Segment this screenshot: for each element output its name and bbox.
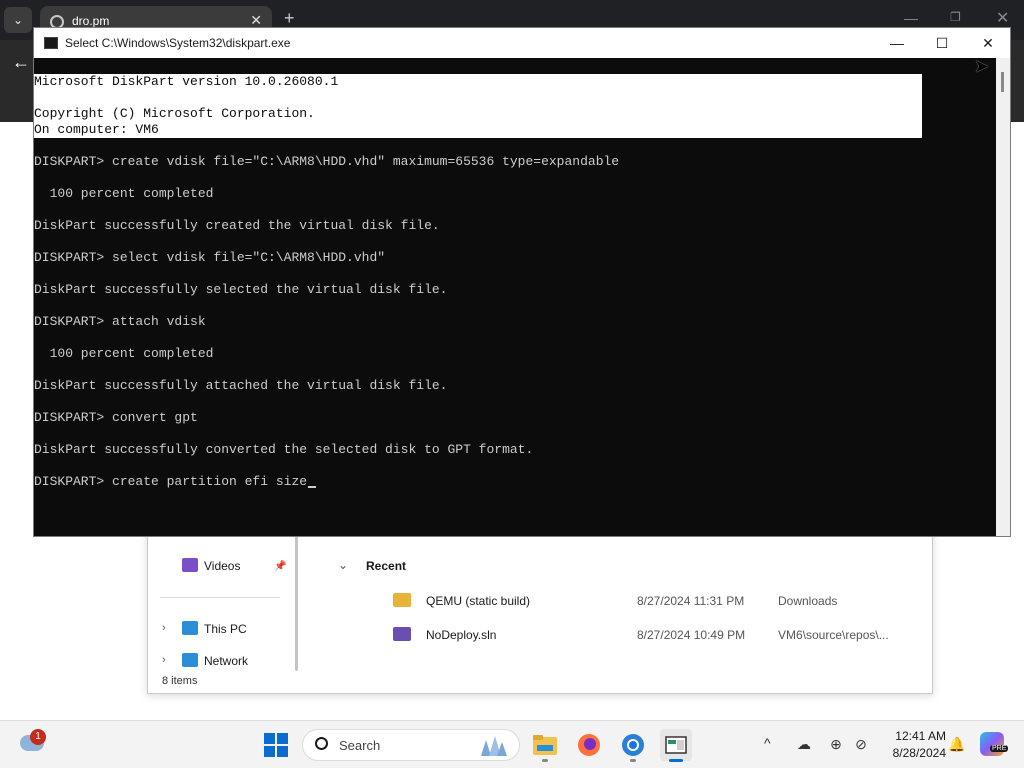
file-explorer-window: Videos 📌 › This PC › Network 8 items ⌄ R…	[147, 520, 933, 694]
active-indicator	[669, 759, 683, 762]
cloud-offline-icon[interactable]: ☁	[796, 736, 812, 752]
console-app-icon	[44, 37, 58, 49]
console-line: DISKPART> convert gpt	[34, 410, 198, 425]
nav-label-videos: Videos	[204, 559, 241, 573]
running-indicator	[630, 759, 636, 762]
section-header-recent[interactable]: Recent	[366, 559, 406, 573]
folder-icon	[393, 593, 411, 607]
console-line: DISKPART> select vdisk file="C:\ARM8\HDD…	[34, 250, 386, 265]
clock-time[interactable]: 12:41 AM	[880, 729, 946, 743]
windows-logo-icon	[277, 746, 288, 757]
start-button[interactable]	[264, 733, 288, 757]
nav-item-network[interactable]: › Network	[148, 650, 288, 672]
chrome-icon	[622, 734, 644, 756]
console-line: DiskPart successfully attached the virtu…	[34, 378, 448, 393]
search-label: Search	[339, 738, 381, 753]
network-icon	[182, 653, 198, 667]
file-date: 8/27/2024 11:31 PM	[637, 594, 745, 608]
file-date: 8/27/2024 10:49 PM	[637, 628, 746, 642]
search-highlight-icon	[481, 736, 507, 756]
search-icon	[315, 737, 328, 750]
selection-highlight	[34, 58, 970, 74]
nav-scrollbar[interactable]	[295, 521, 298, 671]
console-title: Select C:\Windows\System32\diskpart.exe	[65, 36, 291, 50]
console-line: DiskPart successfully converted the sele…	[34, 442, 534, 457]
chevron-right-icon[interactable]: ›	[162, 654, 166, 666]
terminal-taskbar-button[interactable]	[660, 729, 692, 762]
notification-bell-icon[interactable]: 🔔	[948, 736, 965, 753]
tab-title: dro.pm	[72, 14, 110, 28]
console-scrollbar[interactable]	[996, 58, 1010, 536]
text-cursor	[308, 486, 317, 488]
nav-item-videos[interactable]: Videos	[178, 555, 288, 577]
diskpart-console-window: Select C:\Windows\System32\diskpart.exe …	[33, 27, 1011, 537]
file-name: QEMU (static build)	[426, 594, 531, 608]
tab-search-button[interactable]: ⌄	[4, 7, 32, 33]
nav-label-network: Network	[204, 654, 249, 668]
back-arrow-icon[interactable]: ←	[12, 52, 30, 73]
firefox-taskbar-button[interactable]	[573, 729, 605, 761]
taskbar: 1 Search ^ ☁ ⊕ ⊘ 12:41 AM 8/28/2024 🔔 PR…	[0, 720, 1024, 768]
console-titlebar[interactable]: Select C:\Windows\System32\diskpart.exe …	[34, 28, 1010, 58]
file-explorer-taskbar-button[interactable]	[529, 729, 561, 762]
windows-logo-icon	[264, 733, 275, 744]
navigation-pane: Videos 📌 › This PC › Network	[148, 521, 300, 671]
computer-icon	[182, 621, 198, 635]
folder-icon	[533, 735, 557, 755]
windows-logo-icon	[277, 733, 288, 744]
browser-minimize-button[interactable]: —	[904, 10, 918, 26]
file-location: Downloads	[778, 594, 838, 608]
minimize-button[interactable]: —	[882, 32, 912, 54]
console-text-area[interactable]: Microsoft DiskPart version 10.0.26080.1 C…	[34, 58, 996, 536]
nav-label-this-pc: This PC	[204, 622, 247, 636]
console-line: DISKPART> attach vdisk	[34, 314, 206, 329]
maximize-button[interactable]: ☐	[927, 32, 957, 54]
running-indicator	[542, 759, 548, 762]
nav-item-this-pc[interactable]: › This PC	[148, 618, 288, 640]
chrome-taskbar-button[interactable]	[617, 729, 649, 762]
console-line: Microsoft DiskPart version 10.0.26080.1	[34, 74, 339, 89]
show-hidden-icons-chevron[interactable]: ^	[764, 735, 771, 751]
console-line: DiskPart successfully selected the virtu…	[34, 282, 448, 297]
copilot-icon[interactable]	[980, 732, 1004, 756]
console-line: 100 percent completed	[34, 346, 214, 361]
console-prompt-line[interactable]: DISKPART> create partition efi size	[34, 474, 317, 490]
chevron-down-icon[interactable]: ⌄	[338, 558, 348, 572]
clock-date[interactable]: 8/28/2024	[880, 746, 946, 760]
console-line: 100 percent completed	[34, 186, 214, 201]
console-icon	[665, 736, 687, 754]
chevron-right-icon[interactable]: ›	[162, 622, 166, 634]
notification-badge: 1	[30, 729, 46, 745]
nav-divider	[160, 597, 280, 598]
new-tab-button[interactable]: +	[284, 8, 295, 29]
console-line: DiskPart successfully created the virtua…	[34, 218, 440, 233]
close-button[interactable]: ✕	[973, 32, 1003, 54]
scrollbar-thumb[interactable]	[1001, 72, 1004, 92]
windows-logo-icon	[264, 746, 275, 757]
file-name: NoDeploy.sln	[426, 628, 497, 642]
prompt-text: DISKPART> create partition efi size	[34, 474, 308, 489]
taskbar-search[interactable]: Search	[302, 729, 520, 761]
console-line: DISKPART> create vdisk file="C:\ARM8\HDD…	[34, 154, 620, 169]
console-line: On computer: VM6	[34, 122, 159, 137]
browser-close-button[interactable]: ✕	[996, 8, 1009, 28]
volume-muted-icon[interactable]: ⊘	[853, 736, 869, 752]
file-location: VM6\source\repos\...	[778, 628, 889, 642]
item-count: 8 items	[162, 675, 198, 687]
mouse-pointer-icon: ➤	[974, 56, 990, 76]
browser-restore-button[interactable]: ❐	[950, 10, 961, 24]
file-row[interactable]: QEMU (static build) 8/27/2024 11:31 PM D…	[393, 588, 913, 616]
globe-network-icon[interactable]: ⊕	[828, 736, 844, 752]
videos-icon	[182, 558, 198, 572]
solution-file-icon	[393, 627, 411, 641]
console-line: Copyright (C) Microsoft Corporation.	[34, 106, 315, 121]
copilot-preview-badge: PRE	[990, 745, 1009, 752]
pin-icon[interactable]: 📌	[274, 561, 286, 572]
firefox-icon	[578, 734, 600, 756]
file-row[interactable]: NoDeploy.sln 8/27/2024 10:49 PM VM6\sour…	[393, 622, 913, 650]
